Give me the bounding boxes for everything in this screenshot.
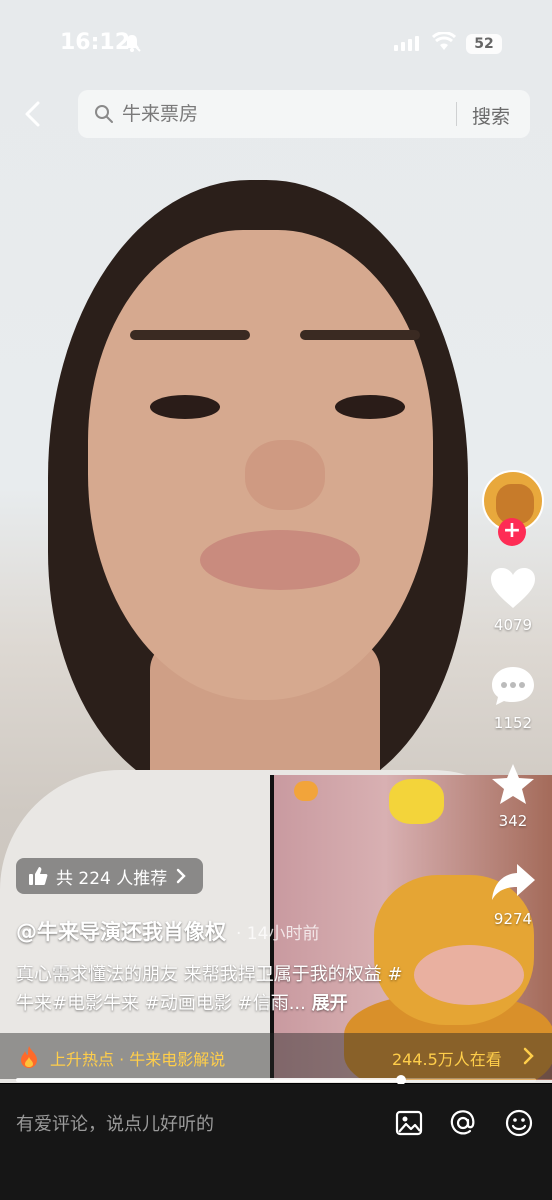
like-count: 4079 [493, 616, 533, 634]
comment-bar [0, 1084, 552, 1200]
chevron-right-icon [523, 1047, 534, 1065]
favorite-count: 342 [498, 812, 528, 830]
favorite-action[interactable]: 342 [480, 762, 546, 830]
chevron-right-icon [177, 868, 186, 884]
left-eye [150, 395, 220, 419]
signal-icon [394, 36, 419, 51]
wifi-icon [432, 32, 456, 50]
pip-toy [389, 779, 444, 824]
star-icon [492, 764, 534, 804]
hot-topic-text: 上升热点 · 牛来电影解说 [50, 1050, 226, 1069]
back-chevron-icon[interactable] [20, 100, 46, 128]
share-count: 9274 [493, 910, 533, 928]
comment-action[interactable]: 1152 [480, 664, 546, 732]
video-description[interactable]: 真心需求懂法的朋友 来帮我捍卫属于我的权益 #牛来#电影牛来 #动画电影 #信雨… [16, 960, 416, 1018]
right-eye [335, 395, 405, 419]
left-brow [130, 330, 250, 340]
post-time: · 14小时前 [236, 924, 320, 944]
hot-topic-bar[interactable]: 上升热点 · 牛来电影解说 244.5万人在看 [0, 1033, 552, 1079]
like-action[interactable]: 4079 [480, 566, 546, 634]
progress-fill [16, 1078, 401, 1082]
image-icon[interactable] [394, 1108, 424, 1138]
search-icon [95, 105, 113, 123]
status-bar: 16:12 52 [0, 0, 552, 90]
thumbs-up-icon [29, 867, 48, 885]
share-arrow-icon [492, 864, 535, 900]
flame-icon [21, 1046, 37, 1068]
battery-icon: 52 [466, 34, 502, 54]
comment-bubble-icon [492, 667, 534, 705]
pip-cow-snout [414, 945, 524, 1005]
playback-progress[interactable] [16, 1075, 536, 1085]
recommend-pill[interactable]: 共 224 人推荐 [16, 858, 204, 894]
lips [200, 530, 360, 590]
search-input[interactable] [122, 98, 452, 130]
search-button[interactable]: 搜索 [472, 102, 510, 129]
author-name[interactable]: @牛来导演还我肖像权 [16, 916, 226, 946]
expand-link[interactable]: 展开 [312, 993, 348, 1014]
status-time: 16:12 [60, 30, 131, 55]
watching-count: 244.5万人在看 [392, 1050, 502, 1069]
at-mention-icon[interactable] [448, 1108, 478, 1138]
heart-icon [491, 568, 535, 608]
recommend-label: 共 224 人推荐 [56, 868, 168, 889]
action-column: + 4079 1152 342 9274 [480, 470, 546, 928]
pip-badge-icon [294, 781, 318, 801]
follow-plus-button[interactable]: + [498, 518, 526, 546]
emoji-icon[interactable] [504, 1108, 534, 1138]
nose [245, 440, 325, 510]
right-brow [300, 330, 420, 340]
comment-count: 1152 [493, 714, 533, 732]
author-row: @牛来导演还我肖像权 · 14小时前 [16, 916, 319, 946]
author-avatar-wrap: + [480, 470, 546, 546]
bell-slash-icon [123, 34, 141, 52]
search-divider [456, 102, 457, 126]
share-action[interactable]: 9274 [480, 860, 546, 928]
comment-input[interactable] [16, 1106, 346, 1142]
search-bar[interactable]: 搜索 [78, 90, 530, 138]
